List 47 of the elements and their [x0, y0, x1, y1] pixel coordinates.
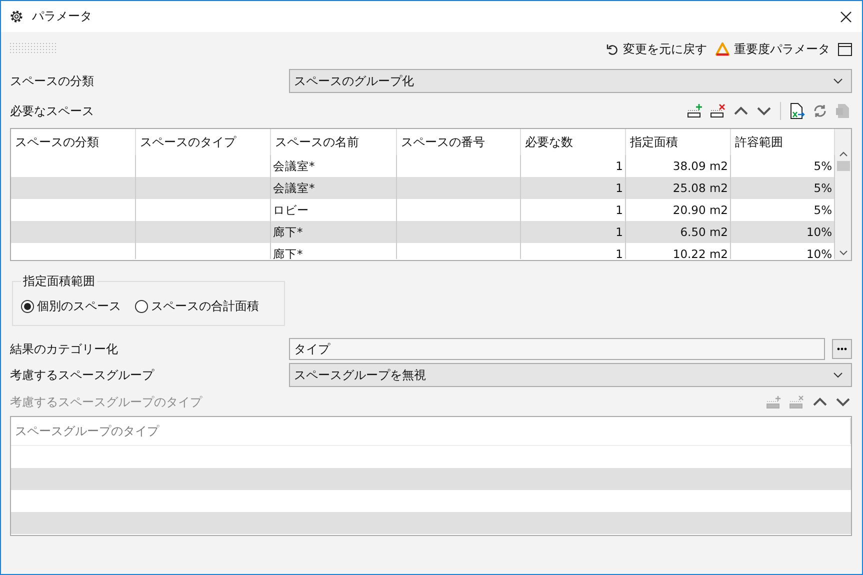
- column-header[interactable]: 必要な数: [521, 129, 626, 155]
- scrollbar[interactable]: [835, 129, 851, 260]
- export-icon[interactable]: [788, 102, 806, 120]
- triangle-icon: [715, 42, 730, 56]
- gear-icon: [9, 9, 24, 24]
- table-row[interactable]: 会議室* 1 25.08 m2 5%: [11, 177, 835, 199]
- field-label: 考慮するスペースグループ: [10, 366, 156, 384]
- column-header[interactable]: スペースの分類: [11, 129, 136, 155]
- field-label: スペースの分類: [10, 72, 95, 90]
- group-title: 指定面積範囲: [22, 273, 96, 290]
- table-cell: 廊下*: [271, 221, 397, 243]
- radio-option[interactable]: 個別のスペース: [21, 298, 121, 315]
- refresh-icon[interactable]: [811, 102, 829, 120]
- window-title: パラメータ: [32, 8, 92, 25]
- action-button[interactable]: 変更を元に戻す: [606, 40, 707, 58]
- column-header[interactable]: 指定面積: [626, 129, 731, 155]
- table-row[interactable]: 廊下* 1 6.50 m2 10%: [11, 221, 835, 243]
- category-field[interactable]: タイプ: [289, 338, 825, 360]
- remove-icon[interactable]: [709, 102, 727, 120]
- more-button[interactable]: [832, 339, 852, 359]
- add-icon[interactable]: [686, 102, 704, 120]
- scroll-down-icon[interactable]: [838, 250, 848, 256]
- undo-icon: [606, 42, 619, 56]
- scroll-thumb[interactable]: [836, 161, 850, 171]
- table-cell: 会議室*: [271, 177, 397, 199]
- column-header[interactable]: スペースの番号: [397, 129, 521, 155]
- field-label: 結果のカテゴリー化: [10, 340, 119, 358]
- dots-icon: [837, 347, 847, 351]
- table-cell: 1: [521, 243, 626, 259]
- space-group-dropdown[interactable]: スペースグループを無視: [289, 363, 852, 387]
- section-label: 必要なスペース: [10, 102, 95, 120]
- action-button[interactable]: 重要度パラメータ: [715, 40, 830, 58]
- table-cell: 6.50 m2: [626, 221, 731, 243]
- table-cell: 25.08 m2: [626, 177, 731, 199]
- column-header[interactable]: スペースのタイプ: [136, 129, 271, 155]
- close-icon[interactable]: [840, 10, 852, 22]
- panel-icon[interactable]: [838, 42, 852, 56]
- table-cell: 1: [521, 221, 626, 243]
- chevron-down-icon: [833, 372, 843, 378]
- table-cell: 1: [521, 177, 626, 199]
- table-cell: 10.22 m2: [626, 243, 731, 259]
- radio-option[interactable]: スペースの合計面積: [135, 298, 259, 315]
- column-header[interactable]: スペースの名前: [271, 129, 397, 155]
- classification-dropdown[interactable]: スペースのグループ化: [289, 69, 852, 93]
- section-label: 考慮するスペースグループのタイプ: [10, 394, 204, 410]
- scroll-up-icon[interactable]: [838, 151, 848, 157]
- chevron-down-icon: [833, 78, 843, 84]
